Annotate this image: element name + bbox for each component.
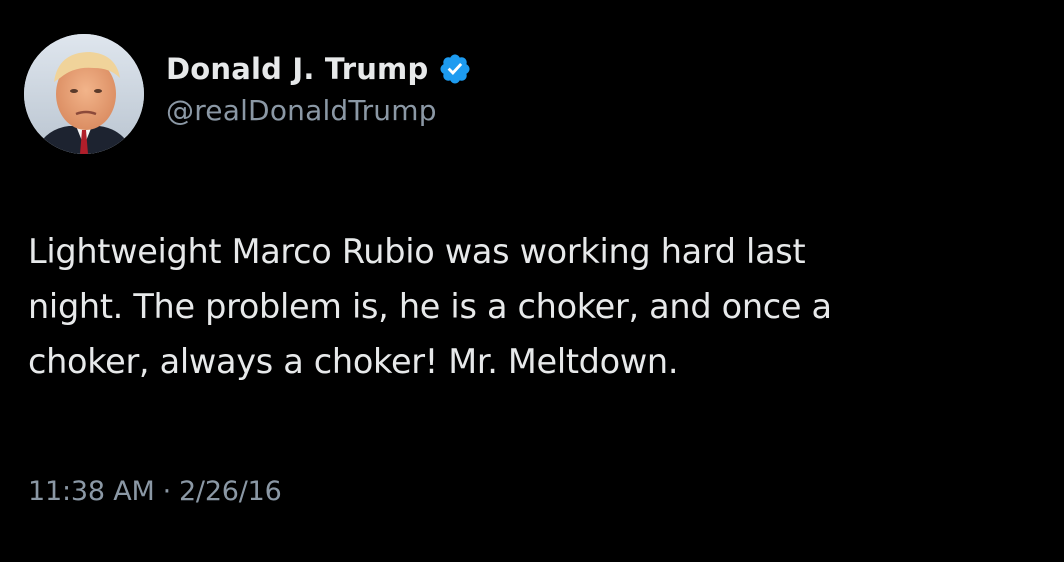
author-identity[interactable]: Donald J. Trump @realDonaldTrump bbox=[166, 46, 472, 127]
tweet-meta: 11:38 AM · 2/26/16 bbox=[28, 476, 282, 507]
meta-separator: · bbox=[162, 476, 172, 507]
verified-badge-icon[interactable] bbox=[438, 52, 472, 86]
avatar[interactable] bbox=[24, 34, 144, 154]
tweet-text: Lightweight Marco Rubio was working hard… bbox=[28, 224, 1038, 389]
tweet-text-line: night. The problem is, he is a choker, a… bbox=[28, 287, 832, 326]
tweet-card: Donald J. Trump @realDonaldTrump Lightwe… bbox=[0, 0, 1064, 562]
tweet-time[interactable]: 11:38 AM bbox=[28, 476, 155, 507]
tweet-date[interactable]: 2/26/16 bbox=[179, 476, 282, 507]
author-display-name[interactable]: Donald J. Trump bbox=[166, 52, 428, 86]
tweet-text-line: choker, always a choker! Mr. Meltdown. bbox=[28, 342, 679, 381]
author-name-row: Donald J. Trump bbox=[166, 46, 472, 92]
author-handle[interactable]: @realDonaldTrump bbox=[166, 94, 472, 127]
avatar-image bbox=[24, 34, 144, 154]
tweet-text-line: Lightweight Marco Rubio was working hard… bbox=[28, 232, 806, 271]
